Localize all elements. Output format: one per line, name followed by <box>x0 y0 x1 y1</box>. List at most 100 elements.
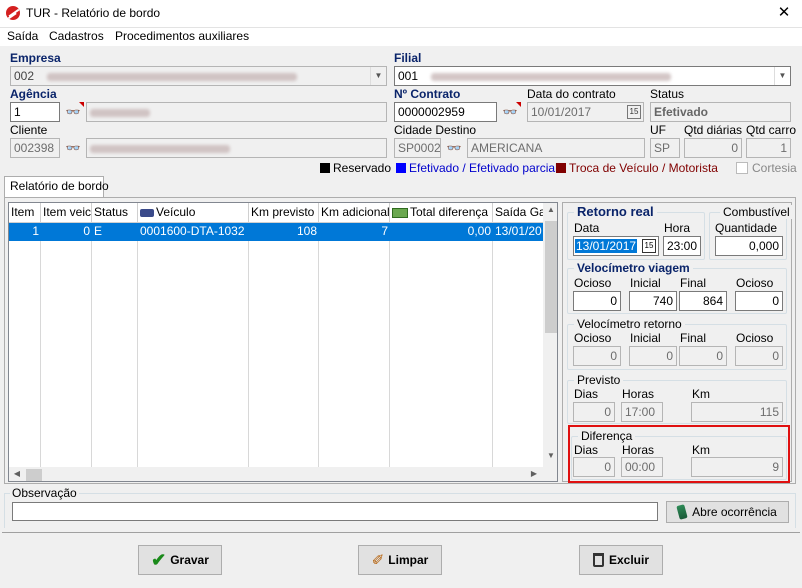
menu-procedimentos[interactable]: Procedimentos auxiliares <box>115 30 249 43</box>
cliente-label: Cliente <box>10 123 48 137</box>
viagem-inicial-input[interactable]: 740 <box>629 291 677 311</box>
agencia-name <box>86 102 387 122</box>
excluir-label: Excluir <box>608 553 650 567</box>
empresa-select[interactable]: 002 ▼ <box>10 66 387 86</box>
chevron-down-icon[interactable]: ▼ <box>774 67 790 85</box>
cortesia-label: Cortesia <box>752 161 797 175</box>
app-logo-icon <box>6 6 20 20</box>
cidade-search-button[interactable]: 👓 <box>443 138 465 158</box>
scroll-thumb[interactable] <box>545 221 557 333</box>
limpar-label: Limpar <box>388 553 429 567</box>
cell-total-diferenca: 0,00 <box>467 224 491 238</box>
grid-header-status[interactable]: Status <box>92 203 138 223</box>
legend-troca-swatch <box>556 163 566 173</box>
filial-value: 001 <box>398 69 419 83</box>
cidade-name: AMERICANA <box>467 138 645 158</box>
retorno-hora-label: Hora <box>664 221 691 235</box>
broom-icon: ✐ <box>371 552 385 569</box>
grid-header-saida[interactable]: Saída Ga <box>493 203 545 223</box>
retorno-hora-input[interactable]: 23:00 <box>663 236 701 256</box>
scroll-down-icon[interactable]: ▼ <box>543 451 557 465</box>
contrato-input[interactable]: 0000002959 <box>394 102 497 122</box>
chevron-down-icon[interactable]: ▼ <box>370 67 386 85</box>
scroll-left-icon[interactable]: ◀ <box>11 469 23 481</box>
data-contrato-label: Data do contrato <box>527 87 616 101</box>
cell-saida: 13/01/20 <box>495 224 542 238</box>
close-icon[interactable]: ✕ <box>772 4 796 22</box>
retorno-final-input: 0 <box>679 346 727 366</box>
limpar-button[interactable]: ✐ Limpar <box>358 545 442 575</box>
legend-reservado-swatch <box>320 163 330 173</box>
cidade-destino-label: Cidade Destino <box>394 123 477 137</box>
combustivel-qtd-input[interactable]: 0,000 <box>715 236 783 256</box>
grid-header-veiculo[interactable]: Veículo <box>138 203 249 223</box>
viagem-final-input[interactable]: 864 <box>679 291 727 311</box>
retorno-ocioso1-label: Ocioso <box>574 331 612 345</box>
cell-status: E <box>94 224 103 238</box>
retorno-inicial-input: 0 <box>629 346 677 366</box>
contrato-label: Nº Contrato <box>394 87 461 101</box>
previsto-horas-field: 17:00 <box>621 402 663 422</box>
hscroll-thumb[interactable] <box>26 469 42 481</box>
grid-header-item[interactable]: Item <box>9 203 41 223</box>
gravar-button[interactable]: ✔ Gravar <box>138 545 222 575</box>
viagem-ocioso2-label: Ocioso <box>736 276 774 290</box>
cell-item: 1 <box>32 224 39 238</box>
abre-ocorrencia-button[interactable]: Abre ocorrência <box>666 501 789 523</box>
empresa-label: Empresa <box>10 51 61 65</box>
legend-efetivado-swatch <box>396 163 406 173</box>
velocimetro-retorno-title: Velocímetro retorno <box>574 317 685 331</box>
status-label: Status <box>650 87 685 101</box>
money-icon <box>392 207 408 218</box>
retorno-ocioso2-label: Ocioso <box>736 331 774 345</box>
diferenca-horas-field: 00:00 <box>621 457 663 477</box>
binoculars-icon: 👓 <box>446 141 462 155</box>
observacao-input[interactable] <box>12 502 658 521</box>
pen-icon <box>676 504 688 520</box>
grid-hscrollbar[interactable]: ◀ ▶ <box>9 467 543 481</box>
cell-km-adicional: 7 <box>381 224 388 238</box>
viagem-ocioso2-input[interactable]: 0 <box>735 291 783 311</box>
viagem-ocioso1-input[interactable]: 0 <box>573 291 621 311</box>
diferenca-km-field: 9 <box>691 457 783 477</box>
qtd-carro-field: 1 <box>746 138 791 158</box>
data-contrato-field: 10/01/2017 15 <box>527 102 644 122</box>
qtd-carro-label: Qtd carro <box>746 123 797 137</box>
scroll-right-icon[interactable]: ▶ <box>528 469 540 481</box>
cliente-input[interactable]: 002398 <box>10 138 60 158</box>
retorno-data-input[interactable]: 13/01/2017 15 <box>573 236 659 256</box>
tab-relatorio-label: Relatório de bordo <box>10 179 109 193</box>
legend-reservado: Reservado <box>333 161 392 175</box>
cliente-search-button[interactable]: 👓 <box>62 138 84 158</box>
gravar-label: Gravar <box>170 553 209 567</box>
agencia-search-button[interactable]: 👓 <box>62 102 84 122</box>
grid-header-item-veic[interactable]: Item veic <box>41 203 92 223</box>
cidade-code-input[interactable]: SP0002 <box>394 138 441 158</box>
calendar-icon[interactable]: 15 <box>627 105 641 119</box>
grid-vscrollbar[interactable]: ▲ ▼ <box>543 203 557 467</box>
retorno-data-value: 13/01/2017 <box>575 239 638 253</box>
previsto-horas-label: Horas <box>622 387 655 401</box>
menu-saida[interactable]: Saída <box>7 30 38 43</box>
grid-header-km-adicional[interactable]: Km adicional <box>319 203 390 223</box>
excluir-button[interactable]: Excluir <box>579 545 663 575</box>
filial-select[interactable]: 001 ▼ <box>394 66 791 86</box>
grid-header-km-previsto[interactable]: Km previsto <box>249 203 319 223</box>
binoculars-icon: 👓 <box>65 141 81 155</box>
viagem-ocioso1-label: Ocioso <box>574 276 612 290</box>
agencia-input[interactable]: 1 <box>10 102 60 122</box>
grid-header-total-diferenca[interactable]: Total diferença <box>390 203 493 223</box>
binoculars-icon: 👓 <box>502 105 518 119</box>
contrato-search-button[interactable]: 👓 <box>499 102 521 122</box>
menu-cadastros[interactable]: Cadastros <box>49 30 104 43</box>
cortesia-checkbox[interactable] <box>736 162 748 174</box>
cell-item-veic: 0 <box>83 224 90 238</box>
data-contrato-value: 10/01/2017 <box>531 105 592 119</box>
window-title: TUR - Relatório de bordo <box>26 6 161 20</box>
title-bar: TUR - Relatório de bordo ✕ <box>0 0 802 28</box>
scroll-up-icon[interactable]: ▲ <box>543 205 557 219</box>
menu-bar: Saída Cadastros Procedimentos auxiliares <box>0 28 802 46</box>
checkmark-icon: ✔ <box>151 549 167 570</box>
diferenca-dias-field: 0 <box>573 457 615 477</box>
calendar-icon[interactable]: 15 <box>642 239 656 253</box>
